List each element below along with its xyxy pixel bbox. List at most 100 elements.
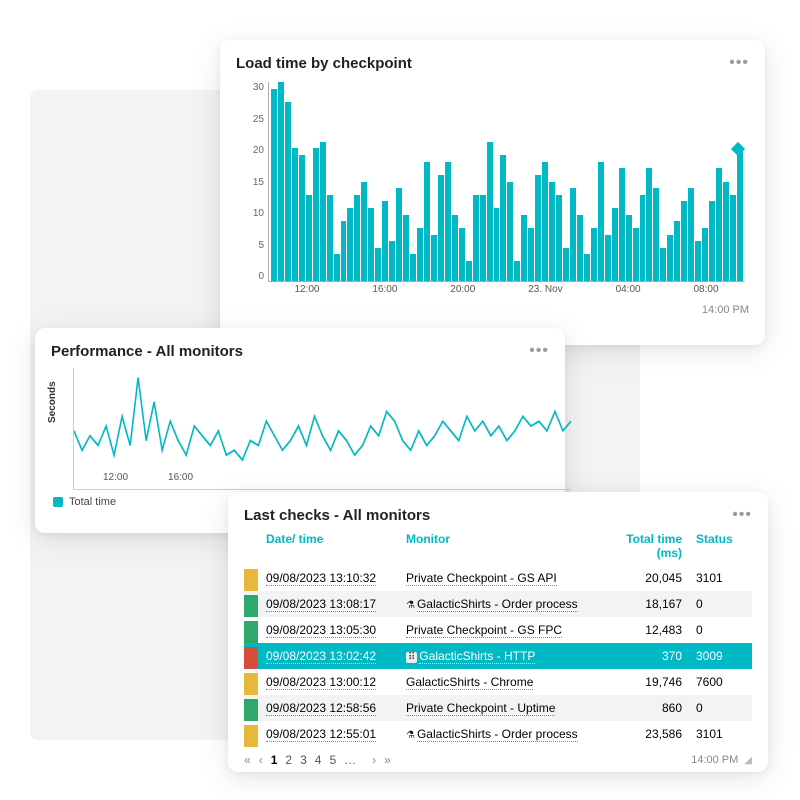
checks-table: Date/ time Monitor Total time (ms) Statu… [244, 528, 752, 747]
y-axis: 302520151050 [240, 82, 264, 282]
cell-status: 0 [692, 617, 752, 643]
pager-page[interactable]: 5 [329, 753, 336, 767]
bar[interactable] [403, 215, 409, 281]
bar[interactable] [382, 201, 388, 281]
bar[interactable] [431, 235, 437, 281]
pager-page[interactable]: 4 [315, 753, 322, 767]
th-datetime[interactable]: Date/ time [262, 532, 402, 560]
bar[interactable] [563, 248, 569, 281]
bar[interactable] [535, 175, 541, 281]
bar[interactable] [514, 261, 520, 281]
more-menu-icon[interactable]: ••• [529, 342, 549, 360]
bar[interactable] [327, 195, 333, 281]
bar[interactable] [368, 208, 374, 281]
bar[interactable] [480, 195, 486, 281]
th-status[interactable]: Status [692, 532, 752, 560]
table-row[interactable]: 09/08/2023 13:10:32Private Checkpoint - … [244, 565, 752, 591]
bar[interactable] [612, 208, 618, 281]
bar[interactable] [396, 188, 402, 281]
bar[interactable] [640, 195, 646, 281]
bar[interactable] [334, 254, 340, 281]
bar[interactable] [730, 195, 736, 281]
table-row[interactable]: 09/08/2023 12:58:56Private Checkpoint - … [244, 695, 752, 721]
bar[interactable] [723, 182, 729, 282]
bar[interactable] [605, 235, 611, 281]
bar[interactable] [577, 215, 583, 281]
bar[interactable] [598, 162, 604, 281]
bar[interactable] [292, 148, 298, 281]
table-row[interactable]: 09/08/2023 13:08:17⚗GalacticShirts - Ord… [244, 591, 752, 617]
bar[interactable] [424, 162, 430, 281]
th-monitor[interactable]: Monitor [402, 532, 602, 560]
bar[interactable] [737, 148, 743, 281]
bar[interactable] [556, 195, 562, 281]
pager-page[interactable]: 2 [285, 753, 292, 767]
bar[interactable] [459, 228, 465, 281]
bar[interactable] [410, 254, 416, 281]
bar[interactable] [361, 182, 367, 282]
bar[interactable] [660, 248, 666, 281]
bar[interactable] [341, 221, 347, 281]
bar[interactable] [695, 241, 701, 281]
pager-page[interactable]: 3 [300, 753, 307, 767]
bar[interactable] [500, 155, 506, 281]
bar[interactable] [452, 215, 458, 281]
bar[interactable] [389, 241, 395, 281]
th-total[interactable]: Total time (ms) [602, 532, 692, 560]
bar[interactable] [709, 201, 715, 281]
bar[interactable] [667, 235, 673, 281]
pager-first[interactable]: « [244, 753, 251, 767]
more-menu-icon[interactable]: ••• [732, 506, 752, 524]
bar[interactable] [528, 228, 534, 281]
bar[interactable] [633, 228, 639, 281]
bar[interactable] [716, 168, 722, 281]
bar[interactable] [375, 248, 381, 281]
bar[interactable] [619, 168, 625, 281]
bar[interactable] [570, 188, 576, 281]
bar[interactable] [584, 254, 590, 281]
bar[interactable] [306, 195, 312, 281]
bar[interactable] [285, 102, 291, 281]
bar[interactable] [354, 195, 360, 281]
bar[interactable] [445, 162, 451, 281]
bar[interactable] [549, 182, 555, 282]
cell-status: 7600 [692, 669, 752, 695]
bar[interactable] [278, 82, 284, 281]
bar[interactable] [542, 162, 548, 281]
bar[interactable] [466, 261, 472, 281]
table-row[interactable]: 09/08/2023 12:55:01⚗GalacticShirts - Ord… [244, 721, 752, 747]
pager-page[interactable]: 1 [271, 753, 278, 767]
bar[interactable] [653, 188, 659, 281]
more-menu-icon[interactable]: ••• [729, 54, 749, 72]
bar[interactable] [688, 188, 694, 281]
bar[interactable] [320, 142, 326, 281]
bar[interactable] [271, 89, 277, 281]
bar[interactable] [347, 208, 353, 281]
bar[interactable] [299, 155, 305, 281]
pager-page[interactable]: … [344, 753, 356, 767]
bar[interactable] [626, 215, 632, 281]
bar[interactable] [521, 215, 527, 281]
resize-handle-icon[interactable]: ◢ [744, 755, 752, 766]
bar[interactable] [417, 228, 423, 281]
status-chip [244, 617, 262, 643]
table-row[interactable]: 09/08/2023 13:00:12GalacticShirts - Chro… [244, 669, 752, 695]
status-chip [244, 695, 262, 721]
bar[interactable] [438, 175, 444, 281]
bar[interactable] [313, 148, 319, 281]
cell-total: 23,586 [602, 721, 692, 747]
pager-last[interactable]: » [384, 753, 391, 767]
bar[interactable] [681, 201, 687, 281]
pager-next[interactable]: › [372, 753, 376, 767]
bar[interactable] [487, 142, 493, 281]
bar[interactable] [507, 182, 513, 282]
table-row[interactable]: 09/08/2023 13:02:42⠿GalacticShirts - HTT… [244, 643, 752, 669]
bar[interactable] [674, 221, 680, 281]
bar[interactable] [591, 228, 597, 281]
bar[interactable] [473, 195, 479, 281]
pager-prev[interactable]: ‹ [259, 753, 263, 767]
table-row[interactable]: 09/08/2023 13:05:30Private Checkpoint - … [244, 617, 752, 643]
bar[interactable] [494, 208, 500, 281]
bar[interactable] [646, 168, 652, 281]
bar[interactable] [702, 228, 708, 281]
